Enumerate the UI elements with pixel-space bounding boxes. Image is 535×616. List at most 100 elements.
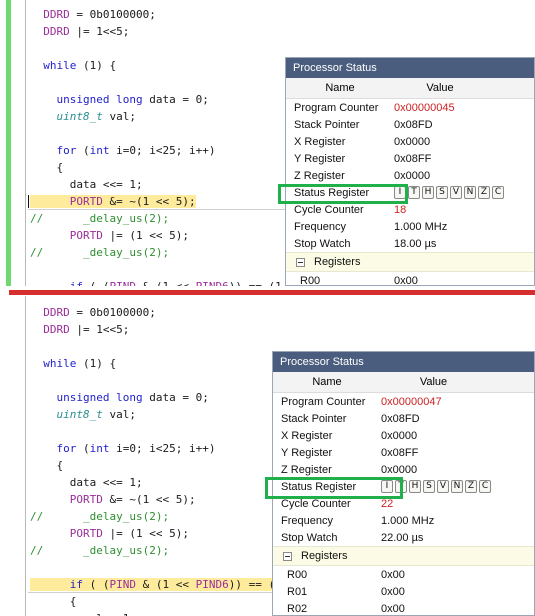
code-line[interactable]: while (1) { xyxy=(0,57,290,74)
status-row[interactable]: X Register 0x0000 xyxy=(286,133,534,150)
flag-v-icon[interactable]: V xyxy=(450,186,462,199)
status-row[interactable]: X Register 0x0000 xyxy=(273,427,534,444)
code-line[interactable]: PORTD &= ~(1 << 5); xyxy=(0,491,290,508)
processor-status-window-bottom[interactable]: Processor Status Name Value Program Coun… xyxy=(272,351,535,616)
code-line-text: for (int i=0; i<25; i++) xyxy=(30,144,216,157)
register-row[interactable]: R02 0x00 xyxy=(273,600,534,616)
status-row-value: 1.000 MHz xyxy=(394,220,448,233)
status-row[interactable]: Status Register I T H S V N Z C xyxy=(273,478,534,495)
flag-h-icon[interactable]: H xyxy=(422,186,434,199)
code-line[interactable]: data <<= 1; xyxy=(0,474,290,491)
code-line[interactable] xyxy=(0,559,290,576)
code-token: )) == (1 xyxy=(229,280,282,286)
flag-n-icon[interactable]: N xyxy=(451,480,463,493)
status-row[interactable]: Program Counter 0x00000045 xyxy=(286,99,534,116)
code-line[interactable]: // _delay_us(2); xyxy=(0,542,290,559)
flag-v-icon[interactable]: V xyxy=(437,480,449,493)
code-line[interactable]: while (1) { xyxy=(0,355,290,372)
code-line[interactable]: unsigned long data = 0; xyxy=(0,91,290,108)
code-line[interactable]: DDRD |= 1<<5; xyxy=(0,321,290,338)
code-line[interactable] xyxy=(0,423,290,440)
code-line[interactable]: if ( (PIND & (1 << PIND6)) == (1 xyxy=(0,576,290,593)
code-line[interactable]: val = 1; xyxy=(0,610,290,616)
status-row[interactable]: Z Register 0x0000 xyxy=(286,167,534,184)
code-line[interactable]: for (int i=0; i<25; i++) xyxy=(0,440,290,457)
status-row[interactable]: Y Register 0x08FF xyxy=(286,150,534,167)
code-token: DDRD xyxy=(43,306,70,319)
status-register-flags[interactable]: ITHSVNZC xyxy=(381,480,534,493)
status-register-flags[interactable]: ITHSVNZC xyxy=(394,186,534,199)
flag-n-icon[interactable]: N xyxy=(464,186,476,199)
code-line[interactable]: PORTD &= ~(1 << 5); xyxy=(0,193,290,210)
code-line[interactable]: { xyxy=(0,457,290,474)
code-line[interactable]: { xyxy=(0,593,290,610)
code-line[interactable]: { xyxy=(0,159,290,176)
register-row[interactable]: R01 0x00 xyxy=(273,583,534,600)
flag-s-icon[interactable]: S xyxy=(436,186,448,199)
flag-z-icon[interactable]: Z xyxy=(478,186,490,199)
code-line[interactable]: // _delay_us(2); xyxy=(0,210,290,227)
code-line[interactable]: PORTD |= (1 << 5); xyxy=(0,525,290,542)
status-row[interactable]: Cycle Counter 22 xyxy=(273,495,534,512)
register-row[interactable]: R00 0x00 xyxy=(286,272,534,287)
status-row[interactable]: Status Register I T H S V N Z C xyxy=(286,184,534,201)
processor-status-window-top[interactable]: Processor Status Name Value Program Coun… xyxy=(285,57,535,286)
status-row[interactable]: Frequency 1.000 MHz xyxy=(286,218,534,235)
code-line[interactable] xyxy=(0,40,290,57)
registers-group-row[interactable]: Registers xyxy=(286,252,534,272)
registers-group-row[interactable]: Registers xyxy=(273,546,534,566)
code-line[interactable] xyxy=(0,338,290,355)
code-editor-top[interactable]: DDRD = 0b0100000; DDRD |= 1<<5; while (1… xyxy=(0,0,290,286)
flag-h-icon[interactable]: H xyxy=(409,480,421,493)
registers-group-label: Registers xyxy=(301,550,348,562)
code-line[interactable]: // _delay_us(2); xyxy=(0,244,290,261)
status-row[interactable]: Stop Watch 18.00 µs xyxy=(286,235,534,252)
column-header-name: Name xyxy=(325,82,355,94)
code-token: PORTD xyxy=(69,493,103,506)
code-line[interactable] xyxy=(0,372,290,389)
code-line[interactable]: uint8_t val; xyxy=(0,108,290,125)
register-value: 0x00 xyxy=(394,274,418,287)
code-line[interactable] xyxy=(0,74,290,91)
status-row[interactable]: Z Register 0x0000 xyxy=(273,461,534,478)
flag-t-icon[interactable]: T xyxy=(395,480,407,493)
code-line[interactable]: // _delay_us(2); xyxy=(0,508,290,525)
code-token: & (1 << xyxy=(136,578,196,591)
status-row[interactable]: Cycle Counter 18 xyxy=(286,201,534,218)
status-row[interactable]: Frequency 1.000 MHz xyxy=(273,512,534,529)
code-line[interactable] xyxy=(0,125,290,142)
flag-c-icon[interactable]: C xyxy=(479,480,491,493)
code-line[interactable]: DDRD |= 1<<5; xyxy=(0,23,290,40)
code-text-bottom[interactable]: DDRD = 0b0100000; DDRD |= 1<<5; while (1… xyxy=(0,304,290,616)
flag-i-icon[interactable]: I xyxy=(381,480,393,493)
code-line[interactable]: unsigned long data = 0; xyxy=(0,389,290,406)
code-line[interactable] xyxy=(0,261,290,278)
status-row[interactable]: Y Register 0x08FF xyxy=(273,444,534,461)
code-line[interactable]: PORTD |= (1 << 5); xyxy=(0,227,290,244)
code-line[interactable]: for (int i=0; i<25; i++) xyxy=(0,142,290,159)
code-token: |= (1 << 5); xyxy=(102,527,189,540)
status-row[interactable]: Stack Pointer 0x08FD xyxy=(286,116,534,133)
flag-t-icon[interactable]: T xyxy=(408,186,420,199)
table-header-top: Name Value xyxy=(286,78,534,99)
status-row-value: 22.00 µs xyxy=(381,531,424,544)
status-row[interactable]: Stop Watch 22.00 µs xyxy=(273,529,534,546)
status-row-value: 22 xyxy=(381,497,394,510)
register-row[interactable]: R00 0x00 xyxy=(273,566,534,583)
code-line[interactable]: if ( (PIND & (1 << PIND6)) == (1 xyxy=(0,278,290,286)
code-line[interactable]: DDRD = 0b0100000; xyxy=(0,6,290,23)
status-row[interactable]: Stack Pointer 0x08FD xyxy=(273,410,534,427)
flag-c-icon[interactable]: C xyxy=(492,186,504,199)
collapse-toggle-icon[interactable] xyxy=(283,551,292,561)
code-text-top[interactable]: DDRD = 0b0100000; DDRD |= 1<<5; while (1… xyxy=(0,6,290,286)
code-editor-bottom[interactable]: DDRD = 0b0100000; DDRD |= 1<<5; while (1… xyxy=(0,296,290,616)
code-line[interactable]: uint8_t val; xyxy=(0,406,290,423)
code-line[interactable]: data <<= 1; xyxy=(0,176,290,193)
flag-s-icon[interactable]: S xyxy=(423,480,435,493)
collapse-toggle-icon[interactable] xyxy=(296,257,305,267)
flag-i-icon[interactable]: I xyxy=(394,186,406,199)
status-row[interactable]: Program Counter 0x00000047 xyxy=(273,393,534,410)
code-line[interactable]: DDRD = 0b0100000; xyxy=(0,304,290,321)
flag-z-icon[interactable]: Z xyxy=(465,480,477,493)
